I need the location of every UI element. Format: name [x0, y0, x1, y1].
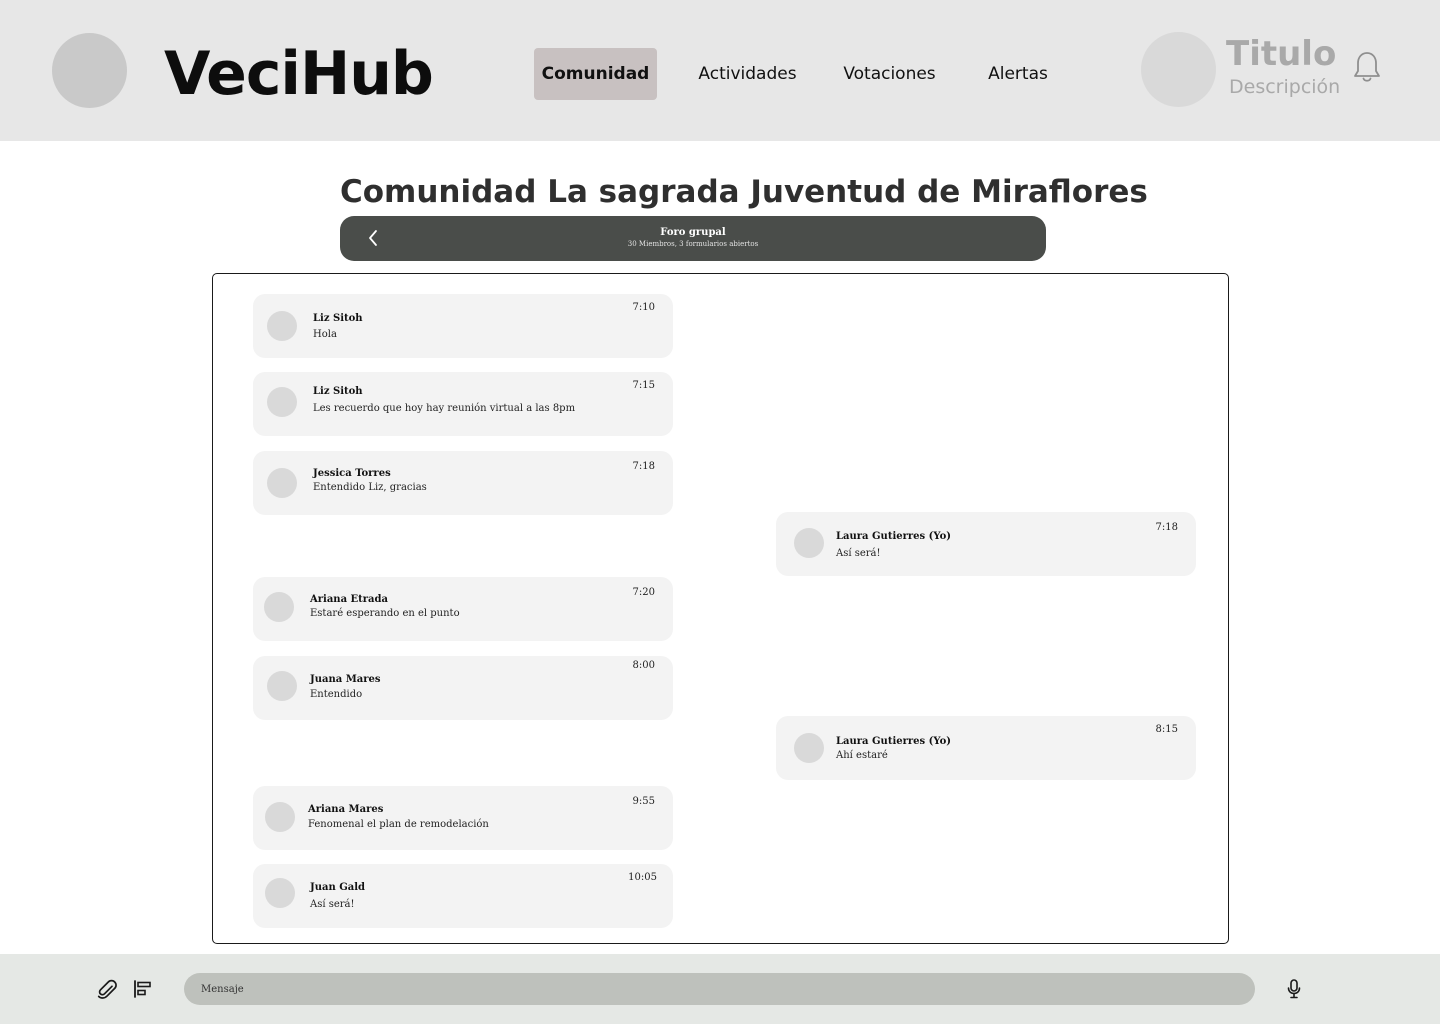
message-text: Así será! — [836, 548, 881, 559]
message-time: 7:15 — [632, 380, 655, 391]
logo-avatar — [52, 33, 127, 108]
message-text: Les recuerdo que hoy hay reunión virtual… — [313, 403, 576, 414]
nav-item-alertas[interactable]: Alertas — [941, 48, 1095, 100]
paperclip-icon[interactable] — [96, 978, 118, 1000]
message-time: 7:18 — [632, 461, 655, 472]
forum-header: Foro grupal 30 Miembros, 3 formularios a… — [340, 216, 1046, 261]
main-nav: Comunidad Actividades Votaciones Alertas — [534, 48, 1095, 100]
page-title: Comunidad La sagrada Juventud de Miraflo… — [340, 174, 1148, 210]
message-author: Liz Sitoh — [313, 313, 363, 324]
avatar — [265, 878, 295, 908]
message-text: Hola — [313, 329, 337, 340]
message-time: 9:55 — [632, 796, 655, 807]
message-time: 7:18 — [1155, 522, 1178, 533]
message-author: Liz Sitoh — [313, 386, 363, 397]
nav-item-actividades[interactable]: Actividades — [657, 48, 838, 100]
message-time: 8:00 — [632, 660, 655, 671]
forum-subtitle: 30 Miembros, 3 formularios abiertos — [627, 240, 759, 248]
bell-icon[interactable] — [1352, 50, 1382, 84]
message-author: Ariana Mares — [308, 804, 384, 815]
message-author: Laura Gutierres (Yo) — [836, 736, 952, 747]
message-author: Ariana Etrada — [310, 594, 388, 605]
microphone-icon[interactable] — [1285, 978, 1303, 1000]
avatar — [267, 671, 297, 701]
composer-bar — [0, 954, 1440, 1024]
message-text: Ahí estaré — [836, 750, 888, 761]
message-author: Juana Mares — [310, 674, 381, 685]
avatar — [794, 528, 824, 558]
message-text: Estaré esperando en el punto — [310, 608, 460, 619]
nav-item-votaciones[interactable]: Votaciones — [838, 48, 941, 100]
message-author: Jessica Torres — [313, 468, 391, 479]
message-input[interactable] — [184, 973, 1255, 1005]
profile-description: Descripción — [1229, 76, 1341, 98]
message-time: 7:10 — [632, 302, 655, 313]
profile-title: Titulo — [1226, 34, 1337, 74]
avatar — [267, 468, 297, 498]
message-author: Juan Gald — [310, 882, 366, 893]
message-text: Fenomenal el plan de remodelación — [308, 819, 489, 830]
forum-name: Foro grupal — [660, 227, 726, 238]
profile-avatar[interactable] — [1141, 32, 1216, 107]
message-bubble[interactable]: Juana Mares Entendido 8:00 — [253, 656, 673, 720]
message-text: Entendido Liz, gracias — [313, 482, 427, 493]
nav-item-comunidad[interactable]: Comunidad — [534, 48, 657, 100]
align-left-icon[interactable] — [133, 979, 153, 999]
message-text: Así será! — [310, 899, 355, 910]
message-bubble[interactable]: Juan Gald Así será! 10:05 — [253, 864, 673, 928]
message-bubble[interactable]: Ariana Mares Fenomenal el plan de remode… — [253, 786, 673, 850]
message-author: Laura Gutierres (Yo) — [836, 531, 952, 542]
message-text: Entendido — [310, 689, 363, 700]
avatar — [265, 802, 295, 832]
message-bubble-own[interactable]: Laura Gutierres (Yo) Ahí estaré 8:15 — [776, 716, 1196, 780]
message-bubble-own[interactable]: Laura Gutierres (Yo) Así será! 7:18 — [776, 512, 1196, 576]
message-bubble[interactable]: Liz Sitoh Hola 7:10 — [253, 294, 673, 358]
avatar — [794, 733, 824, 763]
avatar — [267, 311, 297, 341]
avatar — [267, 387, 297, 417]
chat-panel[interactable]: Liz Sitoh Hola 7:10 Liz Sitoh Les recuer… — [212, 273, 1229, 944]
message-time: 10:05 — [628, 872, 657, 883]
message-bubble[interactable]: Jessica Torres Entendido Liz, gracias 7:… — [253, 451, 673, 515]
message-time: 8:15 — [1155, 724, 1178, 735]
avatar — [264, 592, 294, 622]
message-bubble[interactable]: Ariana Etrada Estaré esperando en el pun… — [253, 577, 673, 641]
message-time: 7:20 — [632, 587, 655, 598]
brand-title: VeciHub — [164, 39, 434, 109]
message-bubble[interactable]: Liz Sitoh Les recuerdo que hoy hay reuni… — [253, 372, 673, 436]
top-header: VeciHub Comunidad Actividades Votaciones… — [0, 0, 1440, 141]
